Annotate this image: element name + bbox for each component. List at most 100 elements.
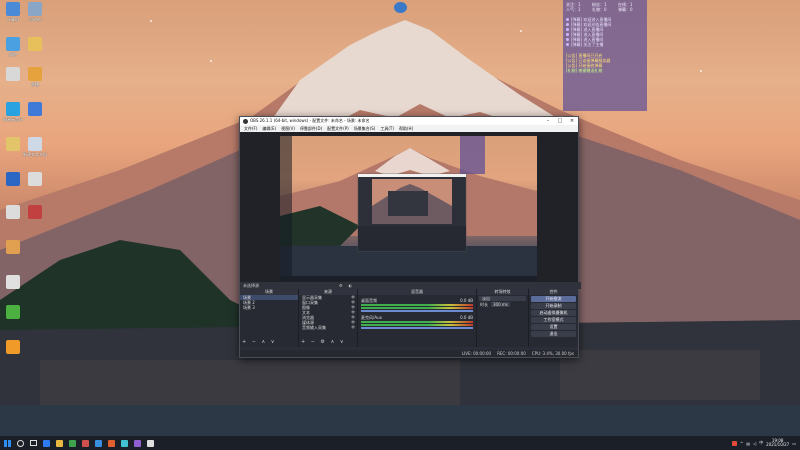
desktop-app-icon	[6, 240, 20, 254]
taskbar-app-icon[interactable]	[82, 439, 89, 447]
obs-titlebar[interactable]: OBS 26.1.1 (64-bit, windows) - 配置文件: 未命名…	[240, 117, 578, 125]
desktop-icon[interactable]	[22, 102, 48, 117]
desktop-app-icon	[6, 275, 20, 289]
controls-dock-header: 控件	[529, 289, 578, 295]
preview-canvas[interactable]	[280, 136, 537, 281]
desktop-app-icon	[28, 2, 42, 16]
taskbar-app-icon[interactable]	[56, 439, 63, 447]
desktop-app-icon	[6, 102, 20, 116]
floating-owl-icon[interactable]	[394, 2, 407, 13]
volume-icon[interactable]: ◁	[753, 441, 756, 446]
menu-item[interactable]: 编辑(E)	[262, 126, 276, 132]
scene-item[interactable]: 场景 3	[240, 305, 298, 310]
scenes-dock-footer[interactable]: + − ∧ ∨	[242, 339, 276, 345]
clock-date: 2021/10/27	[766, 442, 790, 447]
network-icon[interactable]: ▤	[746, 441, 750, 446]
obs-menubar: 文件(F) 编辑(E) 视图(V) 停靠部件(D) 配置文件(P) 场景集合(S) 工具(T…	[240, 125, 578, 132]
taskbar-app-icon[interactable]	[43, 439, 50, 447]
danmaku-chat-overlay: 关注：1 粉丝：1 在线：1 人气：1 礼物：0 弹幕：0 [弹幕] 欢迎进入直播间 [弹幕…	[563, 0, 647, 111]
taskbar-app-icon[interactable]	[147, 439, 154, 447]
filters-icon[interactable]: ◐	[349, 283, 353, 288]
mixer-channel-db: 0.0 dB	[460, 315, 473, 320]
volume-slider[interactable]	[361, 327, 473, 329]
control-button[interactable]: 设置	[531, 324, 576, 330]
obs-preview[interactable]	[240, 132, 578, 288]
desktop-app-icon	[6, 37, 20, 51]
menu-item[interactable]: 停靠部件(D)	[300, 126, 322, 132]
chat-stat: 弹幕：0	[618, 7, 633, 12]
transitions-dock-header: 转场特效	[477, 289, 528, 295]
visibility-eye-icon[interactable]: 👁	[351, 325, 355, 330]
taskbar-app-icon[interactable]	[134, 439, 141, 447]
close-icon[interactable]: ×	[566, 117, 578, 125]
menu-item[interactable]: 配置文件(P)	[327, 126, 349, 132]
status-item: CPU: 3.4%, 30.00 fps	[531, 351, 574, 356]
menu-item[interactable]: 帮助(H)	[399, 126, 413, 132]
control-button[interactable]: 启动虚拟摄像机	[531, 310, 576, 316]
menu-item[interactable]: 场景集合(S)	[354, 126, 376, 132]
tray-app-icon[interactable]	[731, 440, 737, 446]
obs-window-title: OBS 26.1.1 (64-bit, windows) - 配置文件: 未命名…	[250, 118, 370, 123]
desktop-icon[interactable]	[22, 205, 48, 220]
taskbar-app-icon[interactable]	[69, 439, 76, 447]
desktop-app-icon	[6, 205, 20, 219]
obs-window[interactable]: OBS 26.1.1 (64-bit, windows) - 配置文件: 未命名…	[239, 116, 581, 358]
desktop-icon[interactable]	[0, 275, 26, 290]
taskbar-app-icon[interactable]	[95, 439, 102, 447]
desktop-icon[interactable]	[0, 305, 26, 320]
status-item: LIVE: 00:00:00	[461, 351, 492, 356]
controls-dock: 控件 开始推流 开始录制 启动虚拟摄像机 工作室模式 设置 退出	[529, 289, 578, 347]
user-avatar-icon	[566, 18, 569, 21]
system-tray: ^ ▤ ◁ 中 19:08 2021/10/27 ▭	[731, 439, 800, 447]
chat-stat: 人气：1	[566, 7, 581, 12]
volume-meter	[361, 304, 473, 306]
obs-docks: 场景 场景 场景 2 场景 3 + − ∧ ∨ 来源 显示器采集 👁 窗口采集 👁 图像 👁 文…	[240, 289, 578, 347]
menu-item[interactable]: 工具(T)	[380, 126, 394, 132]
chat-stat: 礼物：0	[592, 7, 607, 12]
source-item[interactable]: 音频输入采集 👁	[299, 325, 357, 330]
control-button[interactable]: 退出	[531, 331, 576, 337]
search-icon[interactable]	[17, 439, 24, 447]
volume-slider[interactable]	[361, 310, 473, 312]
desktop-app-icon	[6, 137, 20, 151]
desktop-app-icon	[6, 172, 20, 186]
control-button[interactable]: 工作室模式	[531, 317, 576, 323]
properties-gear-icon[interactable]: ⚙	[339, 283, 343, 288]
chat-gift-line: [礼物] 感谢赠送礼物	[566, 68, 603, 73]
menu-item[interactable]: 文件(F)	[244, 126, 257, 132]
desktop-app-icon	[28, 102, 42, 116]
desktop-app-icon	[6, 67, 20, 81]
maximize-icon[interactable]: □	[554, 117, 566, 125]
status-item: REC: 00:00:00	[497, 351, 526, 356]
mixer-channel: 麦克风/Aux 0.0 dB	[358, 315, 476, 329]
control-button[interactable]: 开始推流	[531, 296, 576, 302]
start-button[interactable]	[0, 436, 14, 450]
taskbar-app-icon[interactable]	[108, 439, 115, 447]
mixer-dock-header: 混音器	[358, 289, 476, 295]
taskbar-app-icon[interactable]	[121, 439, 128, 447]
sources-dock-footer[interactable]: + − ⚙ ∧ ∨	[301, 339, 346, 345]
task-view-icon[interactable]	[30, 440, 37, 446]
user-avatar-icon	[566, 38, 569, 41]
transition-type[interactable]: 淡出	[479, 296, 526, 301]
control-button[interactable]: 开始录制	[531, 303, 576, 309]
chevron-up-icon[interactable]: ^	[740, 441, 743, 446]
source-toolbar: 未选择源 ⚙ ◐	[240, 282, 581, 289]
desktop-icon[interactable]	[0, 340, 26, 355]
desktop-icon[interactable]: 直播	[22, 67, 48, 87]
desktop-icon-label: 网络	[9, 52, 17, 57]
menu-item[interactable]: 视图(V)	[281, 126, 295, 132]
notification-icon[interactable]: ▭	[792, 441, 796, 446]
transitions-dock: 转场特效 淡出 时长 300 ms	[477, 289, 529, 347]
desktop-icon[interactable]	[0, 240, 26, 255]
desktop-icon[interactable]: 回收站	[22, 2, 48, 22]
desktop-icon[interactable]: 新建文本文档	[22, 137, 48, 157]
clock[interactable]: 19:08 2021/10/27	[766, 439, 789, 447]
desktop-icon[interactable]	[22, 37, 48, 52]
volume-meter	[361, 324, 473, 326]
desktop-icon[interactable]	[22, 172, 48, 187]
ime-indicator[interactable]: 中	[759, 440, 763, 446]
minimize-icon[interactable]: –	[542, 117, 554, 125]
transition-duration[interactable]: 时长 300 ms	[477, 302, 528, 307]
desktop-app-icon	[6, 305, 20, 319]
